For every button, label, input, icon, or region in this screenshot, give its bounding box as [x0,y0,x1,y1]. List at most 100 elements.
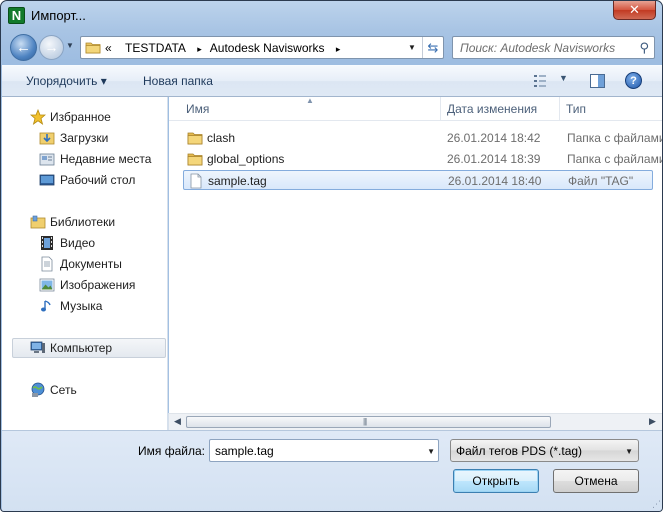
chevron-down-icon[interactable]: ▼ [427,447,435,456]
back-button[interactable]: ← [10,34,37,61]
address-bar[interactable]: « TESTDATA ▸ Autodesk Navisworks ▸ ▼ ⇆ [80,36,444,59]
breadcrumb: « TESTDATA ▸ Autodesk Navisworks ▸ [105,41,348,55]
views-icon [534,75,546,87]
sidebar-item-label: Изображения [60,278,136,292]
folder-icon [187,153,203,166]
file-row-selected[interactable]: sample.tag 26.01.2014 18:40 Файл "TAG" [183,170,653,190]
sidebar-item-label: Сеть [50,383,77,397]
scroll-left-icon[interactable]: ◀ [174,416,181,427]
network-icon [31,382,45,397]
sidebar-item-documents[interactable]: Документы [2,254,168,274]
forward-button[interactable]: → [39,35,64,60]
sidebar-item-recent-places[interactable]: Недавние места [2,149,168,169]
column-header-date[interactable]: Дата изменения [447,102,537,116]
file-list: ▲ Имя Дата изменения Тип clash 26.01.201… [169,96,662,430]
grip-icon: ||| [363,417,367,426]
libraries-icon [30,215,46,229]
recent-places-icon [39,153,55,166]
video-icon [41,236,53,250]
search-placeholder: Поиск: Autodesk Navisworks [460,41,616,55]
chevron-down-icon: ▼ [559,73,568,83]
sidebar-item-pictures[interactable]: Изображения [2,275,168,295]
sort-ascending-icon: ▲ [306,96,314,105]
computer-icon [30,341,45,353]
music-icon [41,300,51,312]
column-header-name[interactable]: Имя [186,102,209,116]
title-bar: N Импорт... ✕ [1,1,662,31]
desktop-icon [39,174,55,186]
new-folder-button[interactable]: Новая папка [143,74,213,88]
search-icon[interactable]: ⚲ [639,40,649,56]
recent-locations-dropdown[interactable]: ▼ [66,41,74,50]
sidebar-item-label: Документы [60,257,122,271]
sidebar-item-desktop[interactable]: Рабочий стол [2,170,168,190]
column-header-type[interactable]: Тип [566,102,586,116]
folder-icon [85,42,101,54]
sidebar-item-label: Недавние места [60,152,152,166]
breadcrumb-item-testdata[interactable]: TESTDATA [125,41,186,55]
star-icon [30,109,46,125]
refresh-button[interactable]: ⇆ [422,37,443,58]
chevron-down-icon: ▼ [625,447,633,456]
column-divider[interactable] [440,97,441,121]
breadcrumb-separator-icon[interactable]: ▸ [197,44,202,55]
file-name: clash [207,131,236,145]
sidebar-item-videos[interactable]: Видео [2,233,168,253]
search-input[interactable]: Поиск: Autodesk Navisworks ⚲ [452,36,655,59]
close-button[interactable]: ✕ [613,1,656,20]
sidebar-item-label: Музыка [60,299,103,313]
sidebar-item-libraries[interactable]: Библиотеки [2,212,168,232]
scrollbar-thumb[interactable]: ||| [186,416,551,428]
navisworks-app-icon: N [8,7,25,24]
file-type: Папка с файлами [567,152,663,166]
column-header-row: ▲ Имя Дата изменения Тип [169,96,662,121]
file-type: Папка с файлами [567,131,663,145]
preview-pane-button[interactable] [590,74,605,88]
sidebar-item-label: Загрузки [60,131,109,145]
sidebar-item-label: Избранное [50,110,111,124]
sidebar-item-label: Видео [60,236,96,250]
file-type-value: Файл тегов PDS (*.tag) [456,444,583,458]
resize-grip-icon[interactable]: ⋰ [652,499,661,510]
address-dropdown-button[interactable]: ▼ [403,37,421,58]
arrow-left-icon: ← [16,39,31,56]
file-name-label: Имя файла: [138,444,205,458]
file-date: 26.01.2014 18:40 [448,174,542,188]
folder-icon [187,132,203,145]
file-row[interactable]: clash 26.01.2014 18:42 Папка с файлами [183,128,662,148]
documents-icon [41,256,53,272]
horizontal-scrollbar[interactable]: ◀ ||| ▶ [169,413,662,430]
file-row[interactable]: global_options 26.01.2014 18:39 Папка с … [183,149,662,169]
file-name: global_options [207,152,285,166]
organize-menu-button[interactable]: Упорядочить ▾ [26,74,107,88]
breadcrumb-separator-icon[interactable]: ▸ [336,44,341,55]
scroll-right-icon[interactable]: ▶ [649,416,656,427]
file-name-input[interactable]: sample.tag ▼ [209,439,439,462]
command-toolbar: Упорядочить ▾ Новая папка ▼ ? [2,65,662,97]
column-divider[interactable] [559,97,560,121]
window-title: Импорт... [31,8,86,23]
sidebar-item-computer[interactable]: Компьютер [12,338,166,358]
sidebar-item-network[interactable]: Сеть [2,380,168,400]
sidebar-item-label: Рабочий стол [60,173,136,187]
downloads-folder-icon [39,132,55,145]
file-type: Файл "TAG" [568,174,634,188]
file-type-select[interactable]: Файл тегов PDS (*.tag) ▼ [450,439,639,462]
sidebar-item-downloads[interactable]: Загрузки [2,128,168,148]
breadcrumb-item-autodesk-navisworks[interactable]: Autodesk Navisworks [210,41,325,55]
refresh-icon: ⇆ [427,40,439,55]
sidebar-item-label: Библиотеки [50,215,116,229]
change-view-button[interactable]: ▼ [533,73,568,89]
file-name-value: sample.tag [215,444,274,458]
arrow-right-icon: → [44,39,59,55]
pictures-icon [39,278,55,292]
cancel-button[interactable]: Отмена [553,469,639,493]
sidebar-item-favorites[interactable]: Избранное [2,107,168,127]
help-button[interactable]: ? [625,72,642,89]
breadcrumb-overflow[interactable]: « [105,41,112,55]
file-date: 26.01.2014 18:39 [447,152,541,166]
open-button[interactable]: Открыть [453,469,539,493]
sidebar-item-label: Компьютер [50,341,113,355]
sidebar-item-music[interactable]: Музыка [2,296,168,316]
navigation-pane: Избранное Загрузки Недавние места Рабочи… [2,97,168,430]
